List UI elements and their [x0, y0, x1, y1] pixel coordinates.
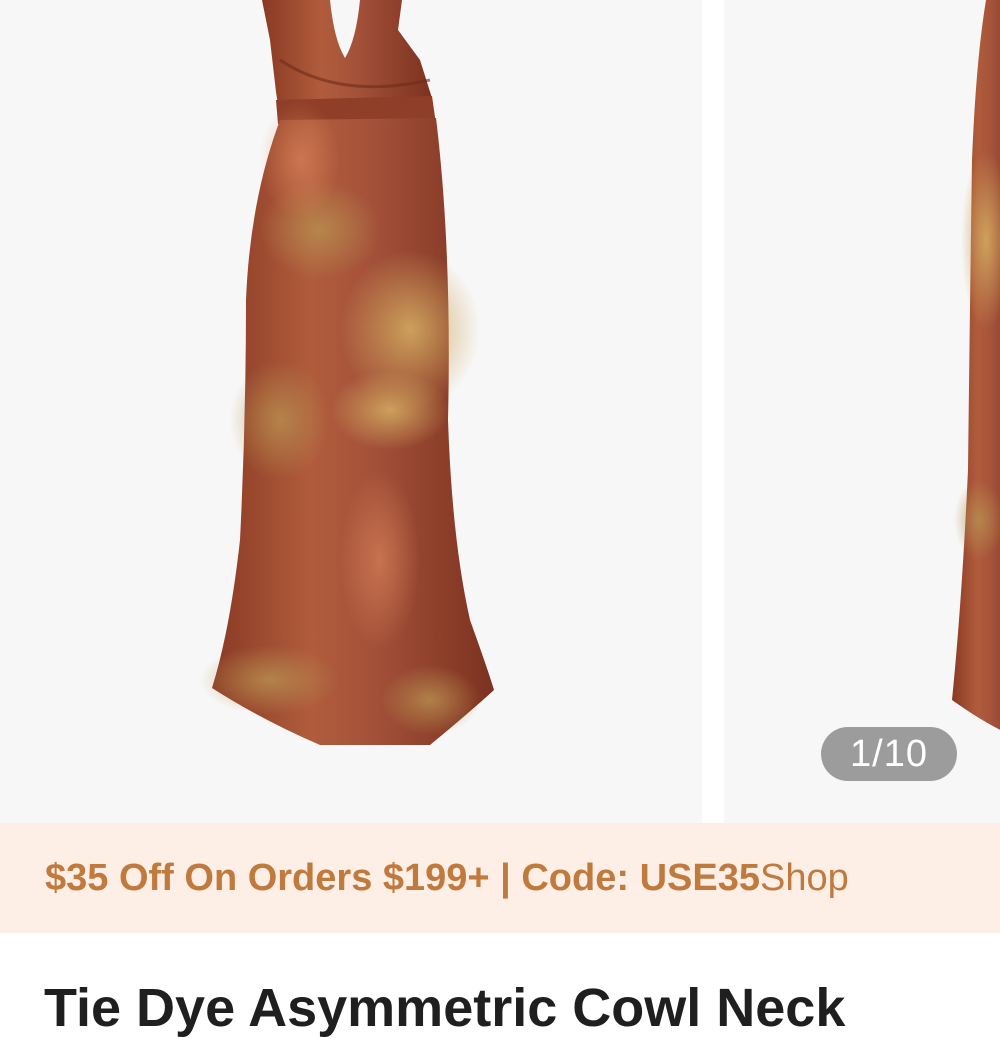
product-image-gallery[interactable]: 1/10	[0, 0, 1000, 823]
product-title: Tie Dye Asymmetric Cowl Neck	[44, 978, 846, 1038]
dress-image-peek	[952, 0, 1000, 730]
promo-banner-text: $35 Off On Orders $199+ | Code: USE35Sho…	[45, 853, 849, 903]
product-image-slide-2[interactable]	[724, 0, 1000, 823]
product-image-slide-1[interactable]	[0, 0, 702, 823]
promo-banner[interactable]: $35 Off On Orders $199+ | Code: USE35Sho…	[0, 823, 1000, 933]
promo-shop-link[interactable]: Shop	[760, 857, 849, 899]
image-counter-badge: 1/10	[821, 727, 957, 781]
dress-image	[200, 0, 494, 745]
promo-offer-text: $35 Off On Orders $199+ | Code: USE35	[45, 857, 760, 899]
